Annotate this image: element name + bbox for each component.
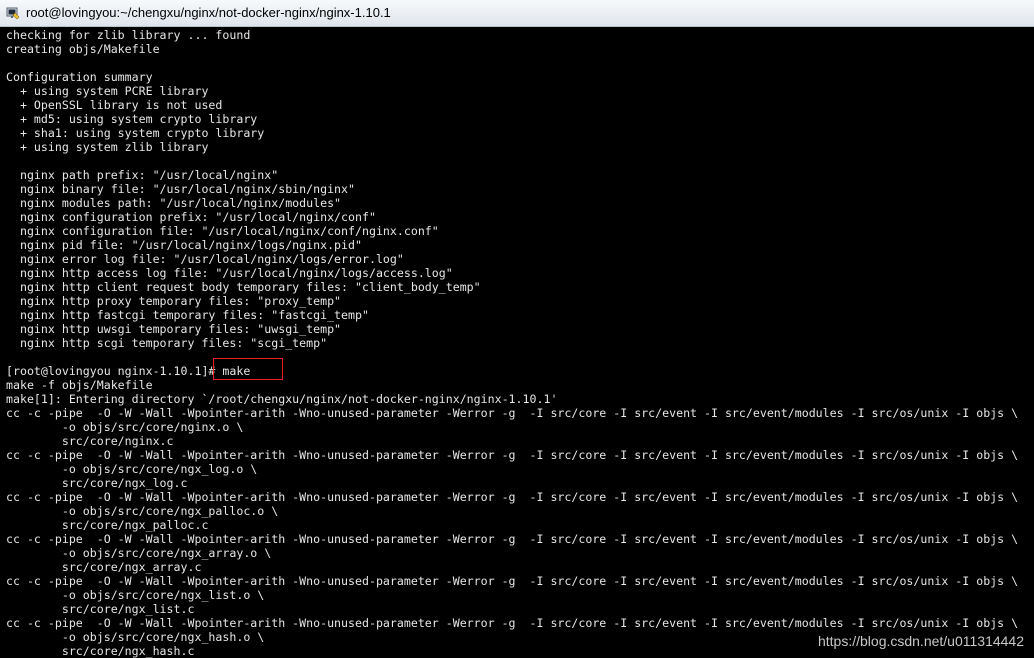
terminal-line: nginx configuration prefix: "/usr/local/… — [6, 210, 376, 224]
terminal-line: nginx pid file: "/usr/local/nginx/logs/n… — [6, 238, 362, 252]
terminal-line: [root@lovingyou nginx-1.10.1]# make — [6, 364, 251, 378]
terminal-line: -o objs/src/core/ngx_log.o \ — [6, 462, 258, 476]
terminal-line: src/core/nginx.c — [6, 434, 174, 448]
terminal-line: cc -c -pipe -O -W -Wall -Wpointer-arith … — [6, 490, 1019, 504]
terminal-line: make -f objs/Makefile — [6, 378, 153, 392]
terminal-line: nginx http client request body temporary… — [6, 280, 481, 294]
terminal-line: cc -c -pipe -O -W -Wall -Wpointer-arith … — [6, 616, 1019, 630]
terminal-line: -o objs/src/core/ngx_palloc.o \ — [6, 504, 279, 518]
terminal-line: + md5: using system crypto library — [6, 112, 258, 126]
terminal-line: + OpenSSL library is not used — [6, 98, 223, 112]
terminal-line: nginx binary file: "/usr/local/nginx/sbi… — [6, 182, 356, 196]
terminal-line: nginx path prefix: "/usr/local/nginx" — [6, 168, 279, 182]
terminal-line: nginx http access log file: "/usr/local/… — [6, 266, 453, 280]
terminal-line: + using system zlib library — [6, 140, 209, 154]
terminal-output[interactable]: checking for zlib library ... found creat… — [6, 28, 1030, 658]
terminal-line: + using system PCRE library — [6, 84, 209, 98]
terminal-line: checking for zlib library ... found — [6, 28, 251, 42]
terminal-line: src/core/ngx_palloc.c — [6, 518, 209, 532]
terminal-line: -o objs/src/core/nginx.o \ — [6, 420, 244, 434]
terminal-line: nginx configuration file: "/usr/local/ng… — [6, 224, 439, 238]
terminal-line: nginx error log file: "/usr/local/nginx/… — [6, 252, 404, 266]
terminal-window: root@lovingyou:~/chengxu/nginx/not-docke… — [0, 0, 1034, 658]
terminal-line: cc -c -pipe -O -W -Wall -Wpointer-arith … — [6, 532, 1019, 546]
terminal-line: nginx modules path: "/usr/local/nginx/mo… — [6, 196, 342, 210]
terminal-line: nginx http fastcgi temporary files: "fas… — [6, 308, 369, 322]
watermark-url: https://blog.csdn.net/u011314442 — [817, 633, 1024, 649]
terminal-line: cc -c -pipe -O -W -Wall -Wpointer-arith … — [6, 574, 1019, 588]
terminal-line: cc -c -pipe -O -W -Wall -Wpointer-arith … — [6, 406, 1019, 420]
terminal-line: -o objs/src/core/ngx_array.o \ — [6, 546, 272, 560]
terminal-line: src/core/ngx_list.c — [6, 602, 195, 616]
terminal-line: src/core/ngx_log.c — [6, 476, 188, 490]
terminal-line: Configuration summary — [6, 70, 153, 84]
terminal-line: -o objs/src/core/ngx_list.o \ — [6, 588, 265, 602]
window-title: root@lovingyou:~/chengxu/nginx/not-docke… — [26, 5, 391, 20]
terminal-line: creating objs/Makefile — [6, 42, 160, 56]
terminal-line: nginx http uwsgi temporary files: "uwsgi… — [6, 322, 342, 336]
terminal-line: + sha1: using system crypto library — [6, 126, 265, 140]
terminal-line: nginx http proxy temporary files: "proxy… — [6, 294, 342, 308]
make-command-highlight — [213, 358, 283, 380]
terminal-line: make[1]: Entering directory `/root/cheng… — [6, 392, 558, 406]
putty-terminal-icon — [6, 7, 20, 20]
title-bar[interactable]: root@lovingyou:~/chengxu/nginx/not-docke… — [0, 0, 1034, 27]
terminal-line: src/core/ngx_array.c — [6, 560, 202, 574]
terminal-line: cc -c -pipe -O -W -Wall -Wpointer-arith … — [6, 448, 1019, 462]
terminal-line: nginx http scgi temporary files: "scgi_t… — [6, 336, 328, 350]
